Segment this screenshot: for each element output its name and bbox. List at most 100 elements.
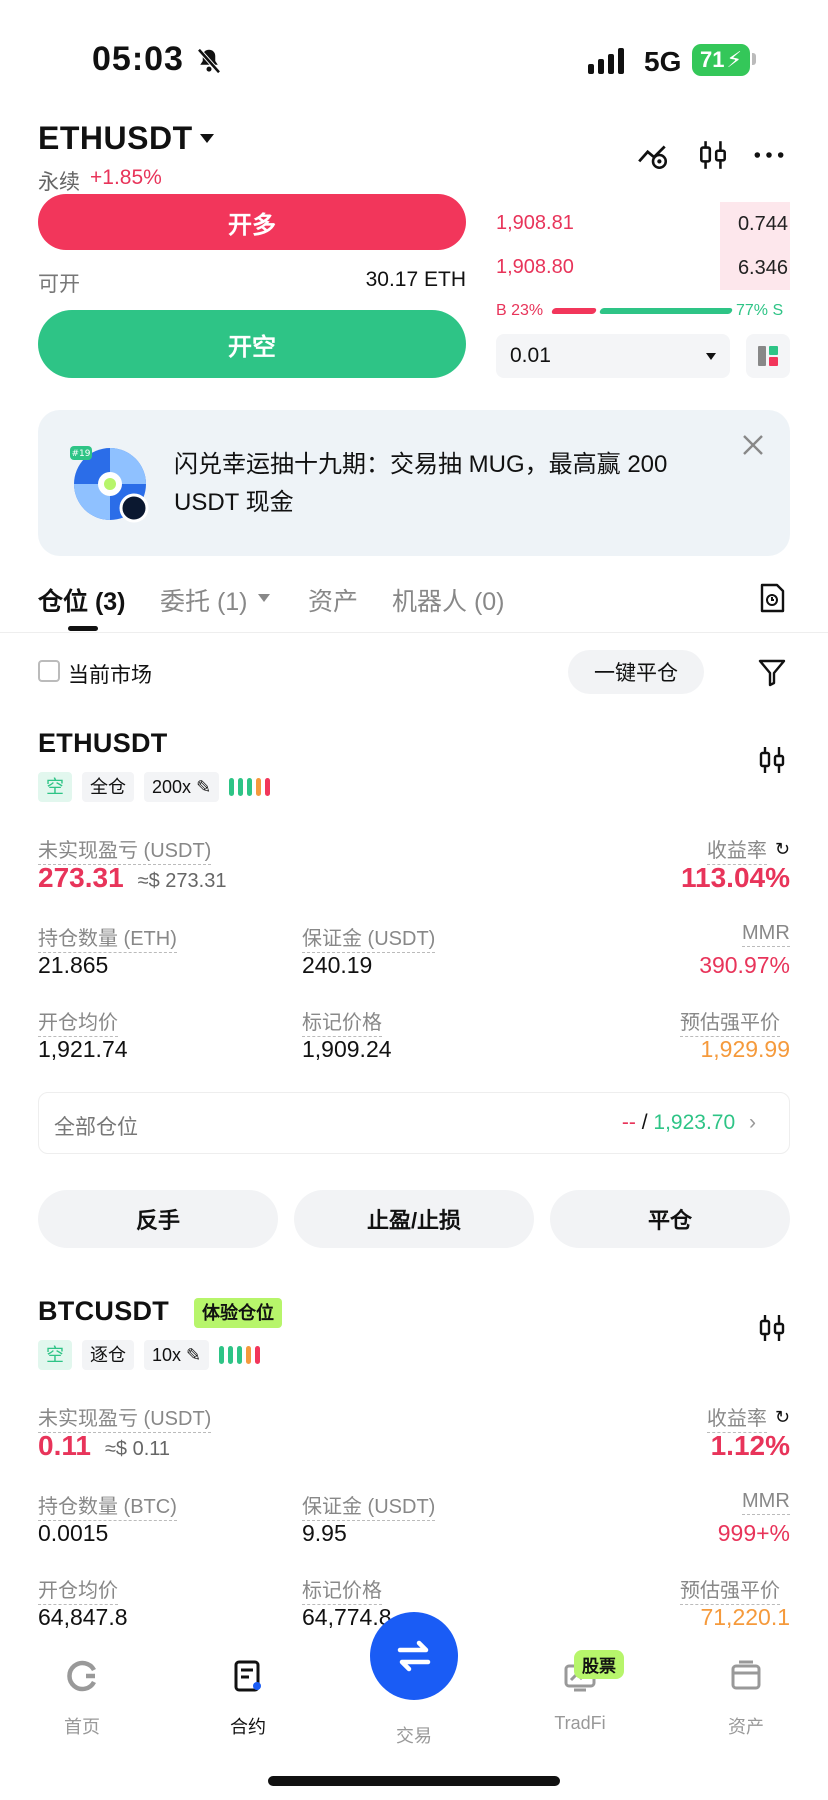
- reverse-button[interactable]: 反手: [38, 1190, 278, 1248]
- nav-home[interactable]: 首页: [32, 1658, 132, 1739]
- roe-label: 收益率: [706, 834, 767, 865]
- unrealized-pnl: 273.31: [38, 862, 124, 893]
- contract-type: 永续: [38, 171, 80, 194]
- mmr-value: 999+%: [717, 1520, 790, 1546]
- pnl-approx: ≈$ 273.31: [137, 870, 227, 892]
- chevron-down-icon[interactable]: [200, 134, 214, 143]
- history-icon[interactable]: [756, 582, 788, 614]
- candlestick-icon[interactable]: [756, 1312, 788, 1344]
- margin-mode-badge: 全仓: [82, 772, 134, 802]
- mark-price: 1,909.24: [302, 1036, 392, 1062]
- current-market-label[interactable]: 当前市场: [68, 659, 152, 689]
- unrealized-pnl: 0.11: [38, 1430, 91, 1461]
- bell-muted-icon: [197, 48, 221, 74]
- all-positions-value-a: --: [621, 1111, 636, 1134]
- orderbook-layout-button[interactable]: [746, 334, 790, 378]
- battery-level: 71: [700, 47, 725, 72]
- leverage-value: 200x: [152, 777, 192, 797]
- ask-size: 0.744: [720, 202, 790, 246]
- mmr-label: MMR: [742, 1490, 790, 1515]
- leverage-badge[interactable]: 10x ✎: [144, 1340, 210, 1370]
- layout-icon: [758, 346, 778, 366]
- candlestick-icon[interactable]: [756, 744, 788, 776]
- candlestick-icon[interactable]: [696, 138, 730, 172]
- price-change: +1.85%: [90, 166, 162, 189]
- ask-size: 6.346: [720, 246, 790, 290]
- nav-futures-label: 合约: [230, 1717, 266, 1737]
- roe-value: 1.12%: [710, 1430, 790, 1461]
- close-icon[interactable]: [738, 430, 768, 460]
- buy-ratio-bar: [550, 308, 598, 314]
- tab-assets[interactable]: 资产: [308, 582, 358, 618]
- edit-icon: ✎: [186, 1345, 202, 1365]
- size-label: 持仓数量 (BTC): [38, 1490, 177, 1521]
- position-symbol[interactable]: BTCUSDT: [38, 1296, 169, 1327]
- liq-label: 预估强平价: [680, 1574, 780, 1605]
- trade-button[interactable]: [370, 1612, 458, 1700]
- banner-text[interactable]: 闪兑幸运抽十九期：交易抽 MUG，最高赢 200 USDT 现金: [174, 446, 734, 522]
- mark-label: 标记价格: [302, 1006, 382, 1037]
- all-positions-value: -- / 1,923.70 ›: [520, 1111, 756, 1135]
- margin-label: 保证金 (USDT): [302, 922, 436, 953]
- nav-home-label: 首页: [64, 1717, 100, 1737]
- quantity-precision-select[interactable]: 0.01: [496, 334, 730, 378]
- tpsl-button[interactable]: 止盈/止损: [294, 1190, 534, 1248]
- margin-value: 9.95: [302, 1520, 347, 1546]
- all-positions-value-b: 1,923.70: [653, 1111, 736, 1134]
- pnl-label: 未实现盈亏 (USDT): [38, 1402, 212, 1433]
- home-indicator: [268, 1776, 560, 1786]
- lottery-wheel-icon: #19: [70, 446, 149, 523]
- nav-futures[interactable]: 合约: [198, 1658, 298, 1739]
- margin-value: 240.19: [302, 952, 373, 978]
- refresh-icon[interactable]: ↻: [775, 1407, 790, 1428]
- futures-icon: [234, 1660, 261, 1692]
- close-position-button[interactable]: 平仓: [550, 1190, 790, 1248]
- position-symbol[interactable]: ETHUSDT: [38, 728, 168, 759]
- roe-value: 113.04%: [681, 862, 790, 893]
- tab-positions[interactable]: 仓位 (3): [38, 582, 126, 618]
- tab-bots[interactable]: 机器人 (0): [392, 582, 505, 618]
- filter-icon[interactable]: [756, 656, 788, 688]
- side-badge: 空: [38, 1340, 72, 1370]
- chart-settings-icon[interactable]: [636, 138, 670, 172]
- symbol-selector[interactable]: ETHUSDT: [38, 120, 193, 157]
- sell-ratio: 77% S: [736, 302, 784, 319]
- chevron-down-icon: [706, 352, 716, 360]
- liq-price: 1,929.99: [700, 1036, 790, 1062]
- ask-price[interactable]: 1,908.81: [496, 212, 574, 235]
- mmr-label: MMR: [742, 922, 790, 947]
- battery-cap: [752, 53, 756, 65]
- nav-assets[interactable]: 资产: [696, 1658, 796, 1739]
- signal-icon: [588, 46, 624, 74]
- edit-icon: ✎: [196, 777, 212, 797]
- banner-badge: #19: [72, 449, 91, 459]
- open-short-button[interactable]: 开空: [38, 310, 466, 378]
- wallet-icon: [731, 1660, 761, 1690]
- mmr-value: 390.97%: [699, 952, 790, 978]
- size-label: 持仓数量 (ETH): [38, 922, 177, 953]
- tradfi-badge: 股票: [574, 1650, 624, 1679]
- refresh-icon[interactable]: ↻: [775, 839, 790, 860]
- available-value: 30.17 ETH: [365, 268, 466, 291]
- tab-orders[interactable]: 委托 (1): [160, 582, 248, 618]
- more-icon[interactable]: [752, 138, 786, 172]
- leverage-badge[interactable]: 200x ✎: [144, 772, 220, 802]
- close-all-button[interactable]: 一键平仓: [568, 650, 704, 694]
- nav-trade-label[interactable]: 交易: [364, 1722, 464, 1748]
- position-size: 21.865: [38, 952, 109, 978]
- nav-tradfi-label: TradFi: [554, 1713, 606, 1733]
- status-time: 05:03: [92, 40, 184, 78]
- home-icon: [67, 1660, 96, 1692]
- entry-price: 1,921.74: [38, 1036, 128, 1062]
- risk-level-bars: [229, 778, 271, 796]
- entry-label: 开仓均价: [38, 1006, 118, 1037]
- mark-price: 64,774.8: [302, 1604, 392, 1630]
- buy-ratio: B 23%: [496, 302, 544, 319]
- entry-label: 开仓均价: [38, 1574, 118, 1605]
- chevron-down-icon[interactable]: [258, 594, 270, 602]
- ask-price[interactable]: 1,908.80: [496, 256, 574, 279]
- side-badge: 空: [38, 772, 72, 802]
- battery-icon: 71 ⚡: [692, 44, 750, 76]
- current-market-checkbox[interactable]: [38, 660, 60, 682]
- open-long-button[interactable]: 开多: [38, 194, 466, 250]
